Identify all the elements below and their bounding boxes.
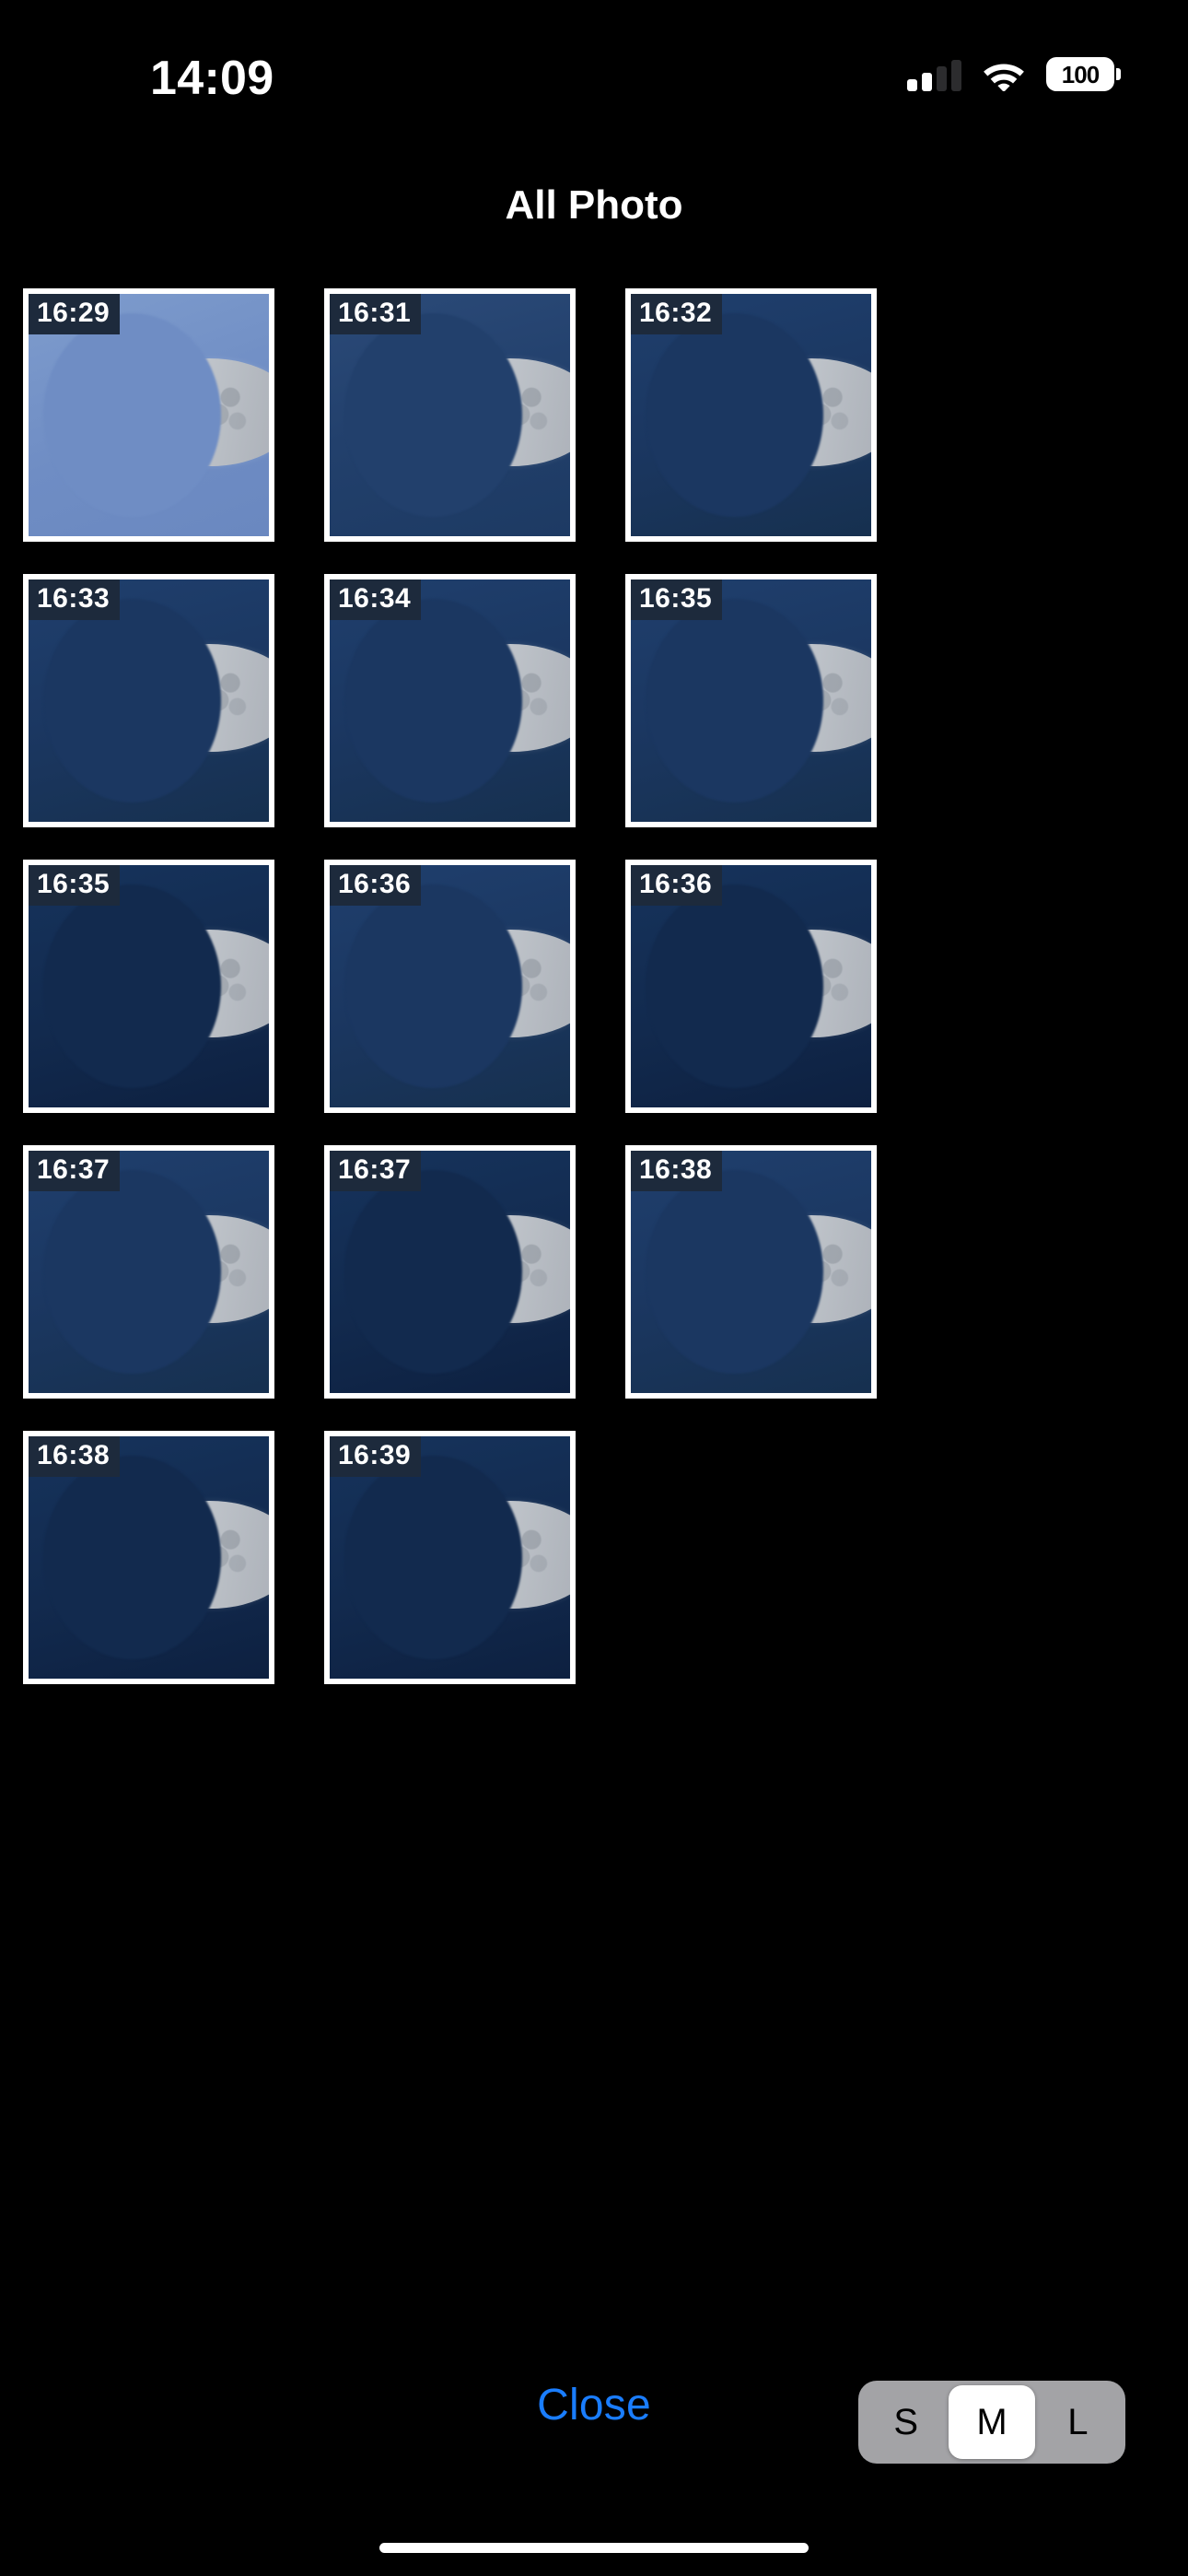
moon-terminator-shadow [344, 1170, 522, 1374]
moon-terminator-shadow [42, 1456, 221, 1659]
moon-photo-image: 16:29 [29, 294, 269, 536]
photo-thumbnail[interactable]: 16:32 [625, 288, 877, 542]
moon-terminator-shadow [42, 1170, 221, 1374]
photo-timestamp-label: 16:34 [330, 580, 422, 621]
photo-thumbnail[interactable]: 16:36 [625, 860, 877, 1113]
size-option-s[interactable]: S [863, 2385, 949, 2459]
moon-terminator-shadow [42, 884, 221, 1088]
moon-terminator-shadow [344, 884, 522, 1088]
photo-thumbnail[interactable]: 16:31 [324, 288, 576, 542]
photo-timestamp-label: 16:38 [29, 1436, 121, 1478]
moon-photo-image: 16:37 [29, 1151, 269, 1393]
photo-timestamp-label: 16:31 [330, 294, 422, 335]
moon-photo-image: 16:36 [631, 865, 871, 1107]
photo-thumbnail[interactable]: 16:36 [324, 860, 576, 1113]
photo-timestamp-label: 16:33 [29, 580, 121, 621]
moon-photo-image: 16:34 [330, 580, 570, 822]
size-option-l[interactable]: L [1035, 2385, 1121, 2459]
photo-thumbnail[interactable]: 16:29 [23, 288, 274, 542]
page-title: All Photo [505, 182, 683, 228]
moon-photo-image: 16:33 [29, 580, 269, 822]
moon-photo-image: 16:32 [631, 294, 871, 536]
photo-timestamp-label: 16:32 [631, 294, 723, 335]
moon-photo-image: 16:31 [330, 294, 570, 536]
status-bar: 14:09 100 [0, 0, 1188, 138]
photo-timestamp-label: 16:38 [631, 1151, 723, 1192]
moon-terminator-shadow [645, 313, 823, 517]
moon-terminator-shadow [645, 884, 823, 1088]
moon-photo-image: 16:38 [29, 1436, 269, 1679]
cellular-bars-icon [907, 58, 961, 91]
moon-terminator-shadow [344, 1456, 522, 1659]
thumbnail-size-segmented-control[interactable]: SML [858, 2381, 1125, 2464]
moon-terminator-shadow [42, 599, 221, 802]
moon-photo-image: 16:35 [631, 580, 871, 822]
photo-timestamp-label: 16:36 [631, 865, 723, 907]
moon-photo-image: 16:39 [330, 1436, 570, 1679]
moon-photo-image: 16:35 [29, 865, 269, 1107]
moon-terminator-shadow [344, 313, 522, 517]
size-option-m[interactable]: M [949, 2385, 1035, 2459]
photo-thumbnail[interactable]: 16:38 [23, 1431, 274, 1684]
moon-terminator-shadow [42, 313, 221, 517]
photo-timestamp-label: 16:35 [29, 865, 121, 907]
photo-grid: 16:29 16:31 16:32 16:33 16:34 16:35 16:35 16:36… [23, 288, 1165, 1684]
home-indicator [379, 2543, 809, 2553]
photo-thumbnail[interactable]: 16:35 [625, 574, 877, 827]
moon-photo-image: 16:38 [631, 1151, 871, 1393]
photo-timestamp-label: 16:36 [330, 865, 422, 907]
photo-timestamp-label: 16:37 [29, 1151, 121, 1192]
status-bar-clock: 14:09 [150, 52, 274, 105]
photo-thumbnail[interactable]: 16:34 [324, 574, 576, 827]
wifi-icon [982, 58, 1026, 92]
photo-thumbnail[interactable]: 16:37 [324, 1145, 576, 1399]
status-bar-indicators: 100 [907, 57, 1121, 92]
battery-percent-label: 100 [1061, 60, 1100, 88]
photo-timestamp-label: 16:37 [330, 1151, 422, 1192]
moon-terminator-shadow [645, 599, 823, 802]
battery-icon: 100 [1046, 57, 1121, 91]
photo-thumbnail[interactable]: 16:37 [23, 1145, 274, 1399]
photo-timestamp-label: 16:39 [330, 1436, 422, 1478]
photo-thumbnail[interactable]: 16:33 [23, 574, 274, 827]
photo-timestamp-label: 16:35 [631, 580, 723, 621]
photo-thumbnail[interactable]: 16:39 [324, 1431, 576, 1684]
moon-photo-image: 16:36 [330, 865, 570, 1107]
photo-thumbnail[interactable]: 16:38 [625, 1145, 877, 1399]
photo-thumbnail[interactable]: 16:35 [23, 860, 274, 1113]
photo-timestamp-label: 16:29 [29, 294, 121, 335]
moon-photo-image: 16:37 [330, 1151, 570, 1393]
moon-terminator-shadow [645, 1170, 823, 1374]
moon-terminator-shadow [344, 599, 522, 802]
